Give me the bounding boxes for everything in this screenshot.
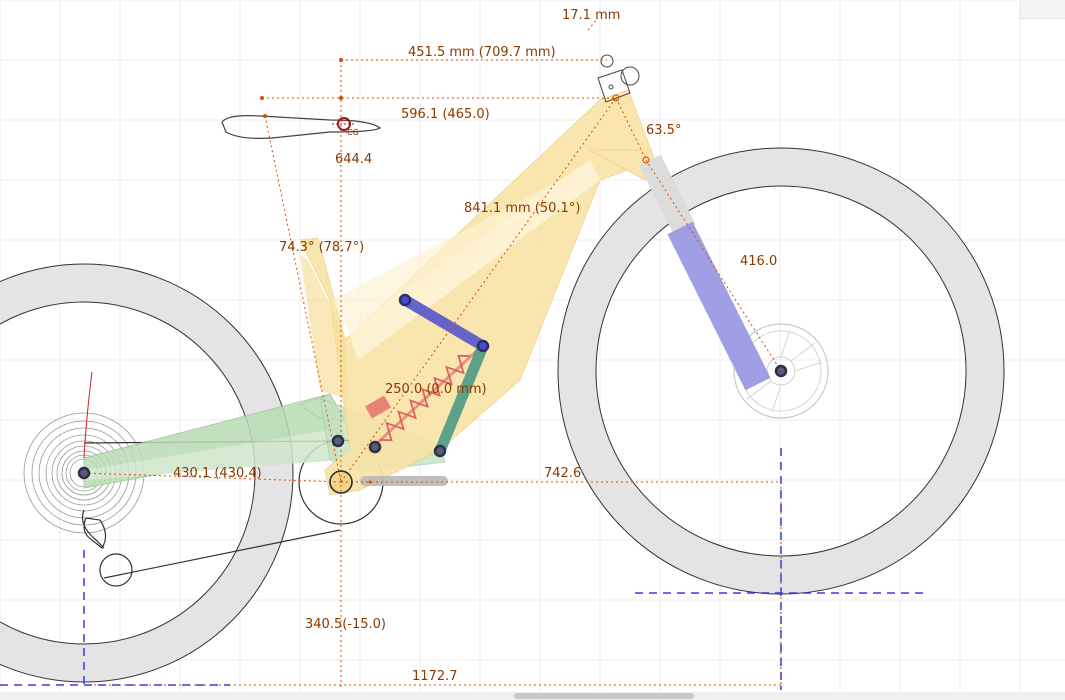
front-axle-pivot[interactable] — [774, 364, 788, 378]
bike-geometry-canvas[interactable]: CG 17.1 mm 451.5 mm (709.7 mm) 596.1 (46… — [0, 0, 1065, 700]
chainstay-extension — [360, 476, 448, 486]
shock-lower-pivot[interactable] — [368, 440, 382, 454]
scrollbar-thumb[interactable] — [514, 693, 694, 699]
horizontal-scrollbar[interactable] — [0, 692, 1065, 700]
rocker-shock-pivot[interactable] — [476, 339, 490, 353]
top-length-label: 841.1 mm (50.1°) — [464, 201, 580, 216]
front-center-label: 742.6 — [544, 466, 581, 481]
head-angle-label: 63.5° — [646, 123, 681, 138]
fork-length-label: 416.0 — [740, 254, 777, 269]
seat-angle-label: 74.3° (78.7°) — [279, 240, 364, 255]
seatstay-pivot[interactable] — [433, 444, 447, 458]
chainstay-label: 430.1 (430.4) — [173, 466, 262, 481]
cg-label: CG — [347, 128, 359, 137]
rocker-frame-pivot[interactable] — [398, 293, 412, 307]
stem-offset-label: 17.1 mm — [562, 8, 620, 23]
corner-panel — [1020, 0, 1065, 19]
reach-stack-label: 451.5 mm (709.7 mm) — [408, 45, 556, 60]
rear-axle-pivot[interactable] — [77, 466, 91, 480]
saddle-to-bar-label: 596.1 (465.0) — [401, 107, 490, 122]
axle-path-curve — [83, 371, 93, 459]
wheelbase-label: 1172.7 — [412, 669, 458, 684]
shock-length-label: 250.0 (0.0 mm) — [385, 382, 487, 397]
main-pivot[interactable] — [331, 434, 345, 448]
bb-height-label: 340.5(-15.0) — [305, 617, 386, 632]
saddle-height-label: 644.4 — [335, 152, 372, 167]
